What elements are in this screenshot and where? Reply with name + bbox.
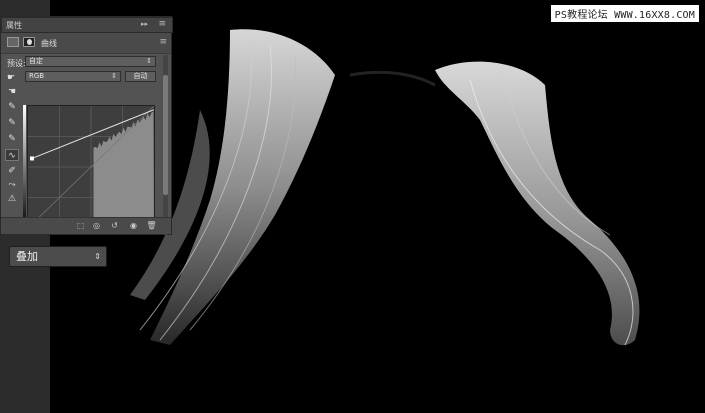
panel-options-icon[interactable]: ≡ <box>158 19 166 29</box>
curve-svg <box>28 106 154 228</box>
preset-value: 自定 <box>29 57 43 65</box>
white-point-eyedropper-icon[interactable]: ✎ <box>5 133 19 145</box>
panel-titlebar[interactable]: 属性 ▸▸ ≡ <box>1 17 173 33</box>
adjustment-name: 曲线 <box>41 39 57 48</box>
chevron-updown-icon: ⇕ <box>94 252 101 261</box>
panel-title: 属性 <box>6 21 22 30</box>
panel-footer: ⬚ ◎ ↺ ◉ 🗑 <box>1 217 171 234</box>
scrollbar-thumb[interactable] <box>163 75 168 195</box>
delete-icon[interactable]: 🗑 <box>146 221 157 231</box>
channel-value: RGB <box>29 72 45 80</box>
chevron-updown-icon: ⇕ <box>146 57 152 65</box>
preset-dropdown[interactable]: 自定 ⇕ <box>25 56 156 67</box>
view-previous-icon[interactable]: ◎ <box>91 221 102 231</box>
curve-graph[interactable] <box>27 105 155 229</box>
adjustment-header: 曲线 ≡ <box>1 33 171 54</box>
on-image-adjust-tool-icon[interactable]: ☚ <box>5 86 19 98</box>
output-gradient-bar <box>23 105 26 229</box>
watermark-label: PS教程论坛 WWW.16XX8.COM <box>550 5 699 22</box>
pencil-tool-icon[interactable]: ✐ <box>5 165 19 177</box>
gray-point-eyedropper-icon[interactable]: ✎ <box>5 117 19 129</box>
curve-point <box>30 156 34 161</box>
hand-adjust-icon[interactable]: ☛ <box>7 73 15 83</box>
right-hair-strands <box>435 61 640 346</box>
histogram-warning-tool-icon[interactable]: ⚠ <box>5 193 19 205</box>
clip-to-layer-icon[interactable]: ⬚ <box>75 221 86 231</box>
collapse-icon[interactable]: ▸▸ <box>141 20 148 28</box>
channel-dropdown[interactable]: RGB ⇕ <box>25 71 121 82</box>
black-point-eyedropper-icon[interactable]: ✎ <box>5 101 19 113</box>
auto-button[interactable]: 自动 <box>125 71 156 82</box>
properties-panel: 属性 ▸▸ ≡ 曲线 ≡ 预设: 自定 ⇕ ☛ RGB ⇕ 自动 ⬚ ◎ ↺ ◉ 🗑 ☚… <box>0 16 173 235</box>
smooth-tool-icon[interactable]: ⤳ <box>5 179 19 191</box>
layer-mask-icon[interactable] <box>23 37 35 47</box>
curves-adjustment-icon[interactable] <box>7 37 19 47</box>
preset-label: 预设: <box>7 59 26 68</box>
panel-scrollbar[interactable] <box>163 55 168 235</box>
blend-mode-value: 叠加 <box>16 250 38 263</box>
blend-mode-dropdown[interactable]: 叠加 ⇕ <box>9 246 107 267</box>
reset-icon[interactable]: ↺ <box>109 221 120 231</box>
left-hair-strands <box>150 29 335 345</box>
visibility-icon[interactable]: ◉ <box>128 221 139 231</box>
chevron-updown-icon: ⇕ <box>111 72 117 80</box>
curve-edit-tool-icon[interactable]: ∿ <box>5 149 19 161</box>
panel-menu-icon[interactable]: ≡ <box>159 37 167 47</box>
